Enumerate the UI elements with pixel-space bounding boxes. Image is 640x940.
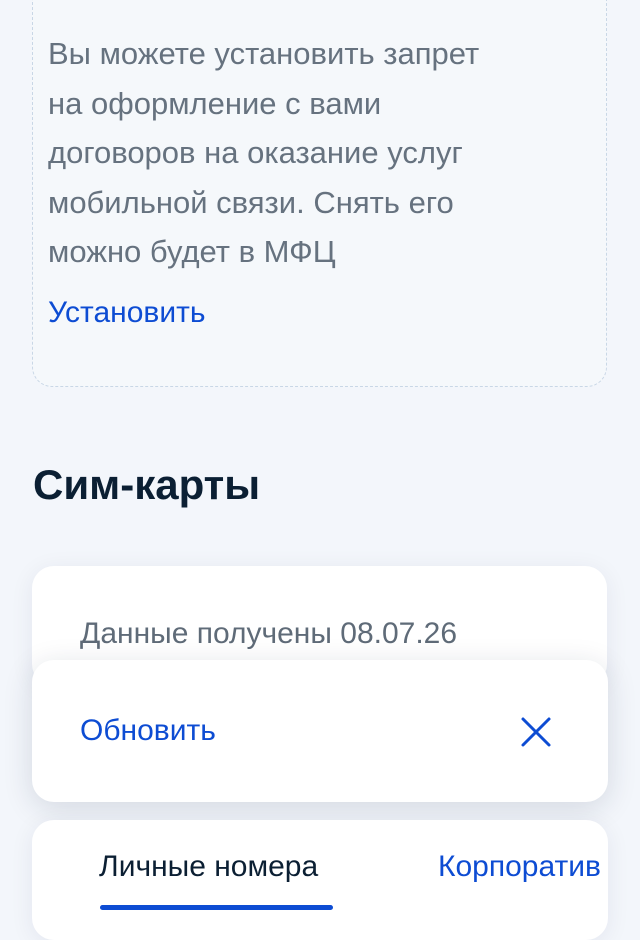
data-received-text: Данные получены 08.07.26	[80, 617, 458, 650]
refresh-button[interactable]: Обновить	[80, 711, 216, 751]
close-icon[interactable]	[514, 710, 558, 754]
set-ban-link[interactable]: Установить	[48, 293, 205, 333]
ban-description: Вы можете установить запрет на оформлени…	[48, 36, 480, 269]
active-tab-indicator	[100, 905, 333, 910]
tab-corporate-numbers[interactable]: Корпоратив	[438, 847, 601, 887]
refresh-toast: Обновить	[32, 660, 608, 802]
tab-personal-numbers[interactable]: Личные номера	[99, 847, 318, 887]
section-title: Сим-карты	[33, 461, 261, 508]
number-type-tabs: Личные номера Корпоратив	[32, 820, 608, 940]
